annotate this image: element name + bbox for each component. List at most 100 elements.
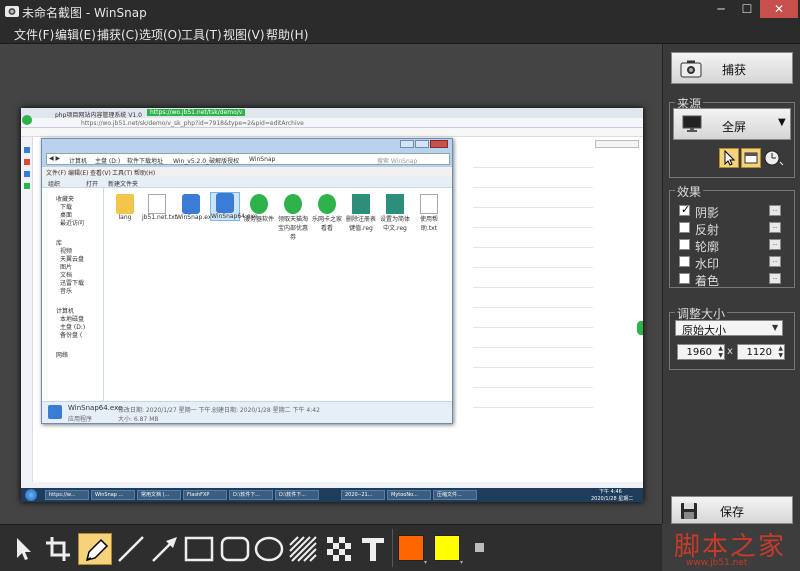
nav-item[interactable]: 备份盘 (: [60, 330, 82, 339]
crop-tool[interactable]: [42, 533, 76, 565]
menu-tools[interactable]: 工具(T): [181, 26, 222, 43]
menu-file[interactable]: 文件(F): [14, 26, 54, 43]
pointer-tool[interactable]: [6, 533, 40, 565]
line-icon: [118, 536, 144, 562]
watermark-checkbox[interactable]: [679, 256, 690, 267]
outline-settings-button[interactable]: ..: [769, 239, 781, 250]
pen-tool[interactable]: [78, 533, 112, 565]
menu-edit[interactable]: 编辑(E): [55, 26, 96, 43]
path-crumb[interactable]: 软件下载地址: [127, 156, 163, 165]
taskbar-item[interactable]: D:\软件下...: [229, 490, 273, 500]
file-item[interactable]: jb51.net.txt: [142, 194, 177, 221]
file-item-selected[interactable]: WinSnap64.exe: [210, 192, 258, 221]
timer-icon[interactable]: [763, 148, 785, 168]
file-item[interactable]: 设置为简体中文.reg: [380, 194, 410, 232]
colorize-checkbox[interactable]: [679, 273, 690, 284]
text-tool[interactable]: [356, 533, 390, 565]
menu-view[interactable]: 视图(V): [223, 26, 265, 43]
file-item[interactable]: 乐网卡之家看看: [312, 194, 342, 232]
nav-item[interactable]: 网络: [56, 350, 68, 359]
explorer-command[interactable]: 打开: [86, 179, 98, 188]
reflection-checkbox[interactable]: [679, 222, 690, 233]
start-button-icon[interactable]: [25, 489, 37, 501]
taskbar-item[interactable]: WinSnap ...: [91, 490, 135, 500]
watermark-url: www.jb51.net: [686, 558, 748, 568]
effect-watermark[interactable]: 水印 ..: [679, 255, 791, 271]
rectangle-tool[interactable]: [182, 533, 216, 565]
minimize-button[interactable]: ─: [709, 0, 733, 18]
file-item[interactable]: 删除注册表键值.reg: [346, 194, 376, 232]
explorer-back-forward[interactable]: ◀ ▶: [49, 155, 60, 162]
reflection-settings-button[interactable]: ..: [769, 222, 781, 233]
outline-checkbox[interactable]: [679, 239, 690, 250]
pointer-mode-icon[interactable]: [719, 148, 739, 168]
ellipse-tool[interactable]: [252, 533, 286, 565]
taskbar-item[interactable]: 压缩文件...: [433, 490, 477, 500]
shadow-checkbox[interactable]: [679, 203, 690, 216]
resize-mode-dropdown[interactable]: 原始大小 ▼: [675, 320, 783, 337]
explorer-search[interactable]: 搜索 WinSnap: [377, 156, 417, 165]
nav-item[interactable]: 最近访问: [60, 218, 84, 227]
save-button[interactable]: 保存: [671, 496, 793, 524]
pixelate-tool[interactable]: [322, 533, 356, 565]
path-crumb[interactable]: 计算机: [69, 156, 87, 165]
effect-shadow[interactable]: 阴影 ..: [679, 203, 791, 220]
primary-color-swatch[interactable]: [398, 535, 424, 561]
file-item[interactable]: WinSnap.exe: [176, 194, 215, 221]
taskbar-item[interactable]: MytooNo...: [387, 490, 431, 500]
file-item[interactable]: lang: [110, 194, 140, 221]
chevron-down-icon[interactable]: ▾: [460, 559, 463, 566]
browser-logo-icon: [22, 115, 32, 125]
explorer-command[interactable]: 新建文件夹: [108, 179, 138, 188]
line-width-selector[interactable]: [474, 542, 486, 554]
file-item[interactable]: 服务器软件: [244, 194, 274, 223]
path-crumb[interactable]: Win_v5.2.0_破解版授权: [173, 156, 239, 165]
effect-reflection[interactable]: 反射 ..: [679, 221, 791, 237]
chevron-down-icon: ▼: [778, 117, 786, 128]
explorer-details-pane: WinSnap64.exe 修改日期: 2020/1/27 星期一 下午... …: [42, 401, 452, 423]
file-item[interactable]: 使用帮助.txt: [414, 194, 444, 232]
window-mode-icon[interactable]: [741, 148, 761, 168]
explorer-command[interactable]: 组织: [48, 179, 60, 188]
registry-icon: [352, 194, 370, 214]
path-crumb[interactable]: WinSnap: [249, 156, 275, 163]
effect-colorize[interactable]: 着色 ..: [679, 272, 791, 288]
width-spinner[interactable]: 1960 ▲ ▼: [677, 344, 725, 360]
taskbar-item[interactable]: D:\软件下...: [275, 490, 319, 500]
menu-capture[interactable]: 捕获(C): [97, 26, 139, 43]
app-icon: [318, 194, 336, 214]
crop-icon: [46, 537, 70, 561]
height-spinner[interactable]: 1120 ▲ ▼: [737, 344, 785, 360]
shadow-settings-button[interactable]: ..: [769, 205, 781, 216]
explorer-address-bar[interactable]: ◀ ▶ 计算机 主盘 (D:) 软件下载地址 Win_v5.2.0_破解版授权 …: [46, 153, 450, 165]
title-bar: 未命名截图 - WinSnap ─ ☐ ✕: [0, 0, 800, 22]
effect-outline[interactable]: 轮廓 ..: [679, 238, 791, 254]
close-button[interactable]: ✕: [760, 0, 798, 18]
taskbar-item[interactable]: FlashFXP: [183, 490, 227, 500]
rounded-rectangle-tool[interactable]: [218, 533, 252, 565]
menu-bar: 文件(F) 编辑(E) 捕获(C) 选项(O) 工具(T) 视图(V) 帮助(H…: [0, 22, 800, 44]
canvas-area[interactable]: php项目网站内容管理系统 V1.0 https://wo.jb51.net/t…: [0, 44, 662, 524]
capture-button[interactable]: 捕获: [671, 52, 793, 84]
watermark-settings-button[interactable]: ..: [769, 256, 781, 267]
taskbar-item[interactable]: 2020--21...: [341, 490, 385, 500]
sidebar-icon: [24, 171, 30, 177]
source-mode-dropdown[interactable]: 全屏 ▼: [673, 108, 791, 140]
taskbar-item[interactable]: https://w...: [45, 490, 89, 500]
file-item[interactable]: 领取天猫淘宝内部优惠券: [278, 194, 308, 241]
menu-help[interactable]: 帮助(H): [266, 26, 308, 43]
hatch-tool[interactable]: [286, 533, 320, 565]
arrow-tool[interactable]: [148, 533, 182, 565]
rounded-rectangle-icon: [220, 536, 250, 562]
save-label: 保存: [720, 505, 745, 519]
chevron-down-icon[interactable]: ▾: [424, 559, 427, 566]
path-crumb[interactable]: 主盘 (D:): [95, 156, 120, 165]
ellipse-icon: [254, 536, 284, 562]
nav-item[interactable]: 音乐: [60, 286, 72, 295]
maximize-button[interactable]: ☐: [735, 0, 759, 18]
menu-options[interactable]: 选项(O): [139, 26, 182, 43]
colorize-settings-button[interactable]: ..: [769, 273, 781, 284]
line-tool[interactable]: [114, 533, 148, 565]
secondary-color-swatch[interactable]: [434, 535, 460, 561]
taskbar-item[interactable]: 常用文档 (...: [137, 490, 181, 500]
